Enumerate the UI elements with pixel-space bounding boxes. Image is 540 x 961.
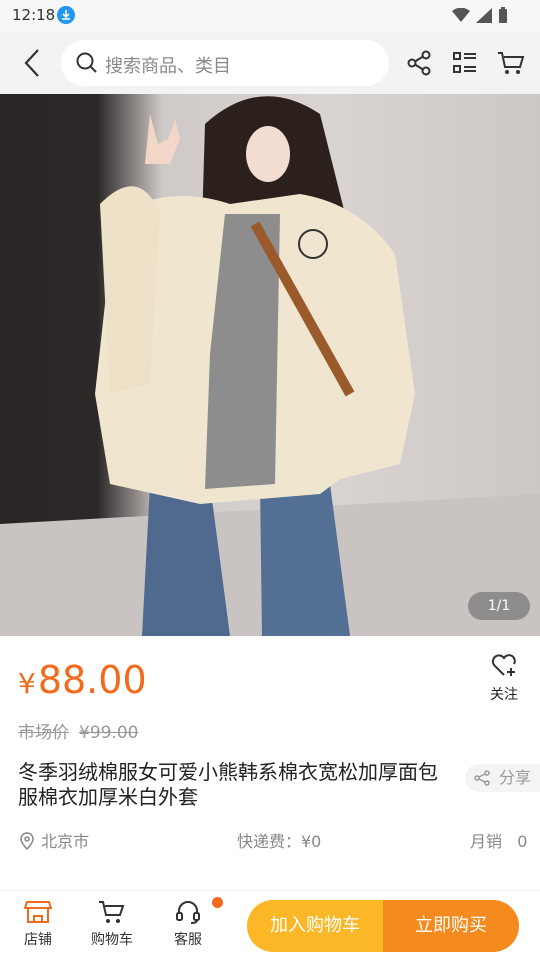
headset-icon [176, 901, 200, 924]
download-icon [57, 6, 75, 24]
list-icon [453, 52, 476, 73]
search-input[interactable]: 搜索商品、类目 [61, 40, 389, 86]
status-bar: 12:18 [0, 0, 540, 32]
battery-icon [499, 7, 507, 23]
back-button[interactable] [18, 46, 48, 80]
share-icon [407, 50, 431, 76]
search-icon [76, 52, 97, 73]
cart-button[interactable]: 购物车 [82, 899, 142, 949]
price-value: 88.00 [37, 658, 147, 702]
top-bar: 搜索商品、类目 [0, 32, 540, 94]
location-pin-icon [20, 832, 34, 851]
monthly-sales: 月销 0 [470, 832, 528, 851]
share-icon [474, 770, 490, 786]
heart-plus-icon [491, 654, 516, 676]
purchase-buttons: 加入购物车 立即购买 [247, 900, 519, 952]
status-time: 12:18 [12, 6, 56, 24]
follow-button[interactable]: 关注 [484, 652, 524, 704]
share-top-button[interactable] [404, 48, 434, 78]
location-text: 北京市 [41, 832, 90, 851]
search-placeholder: 搜索商品、类目 [105, 56, 231, 77]
signal-icon [476, 7, 492, 23]
status-icons [452, 7, 508, 23]
product-image[interactable]: 1/1 [0, 94, 540, 636]
buy-now-button[interactable]: 立即购买 [383, 900, 519, 952]
cart-top-button[interactable] [496, 48, 526, 78]
follow-label: 关注 [490, 687, 518, 703]
cart-label: 购物车 [91, 932, 133, 948]
image-counter: 1/1 [468, 592, 530, 620]
share-button[interactable]: 分享 [465, 764, 540, 792]
store-icon [24, 901, 52, 923]
product-price: ¥88.00 [18, 656, 147, 708]
cart-icon [498, 52, 525, 74]
store-button[interactable]: 店铺 [8, 899, 68, 949]
market-price: 市场价 ¥99.00 [18, 718, 138, 743]
price-symbol: ¥ [18, 667, 36, 700]
add-to-cart-button[interactable]: 加入购物车 [247, 900, 383, 952]
store-label: 店铺 [24, 932, 52, 948]
category-button[interactable] [450, 48, 480, 78]
notification-dot [212, 897, 223, 908]
location: 北京市 [18, 828, 89, 852]
shipping-fee: 快递费：¥0 [237, 832, 322, 851]
bottom-action-bar: 店铺 购物车 客服 加入购物车 立即购买 [0, 890, 540, 961]
market-price-value: ¥99.00 [79, 723, 139, 743]
product-title: 冬季羽绒棉服女可爱小熊韩系棉衣宽松加厚面包服棉衣加厚米白外套 [18, 760, 438, 809]
service-label: 客服 [174, 932, 202, 948]
wifi-icon [452, 7, 470, 22]
cart-icon [99, 901, 125, 923]
share-label: 分享 [499, 768, 532, 787]
product-illustration [0, 96, 540, 636]
market-price-label: 市场价 [18, 723, 69, 743]
chevron-left-icon [24, 49, 39, 77]
service-button[interactable]: 客服 [158, 899, 218, 949]
